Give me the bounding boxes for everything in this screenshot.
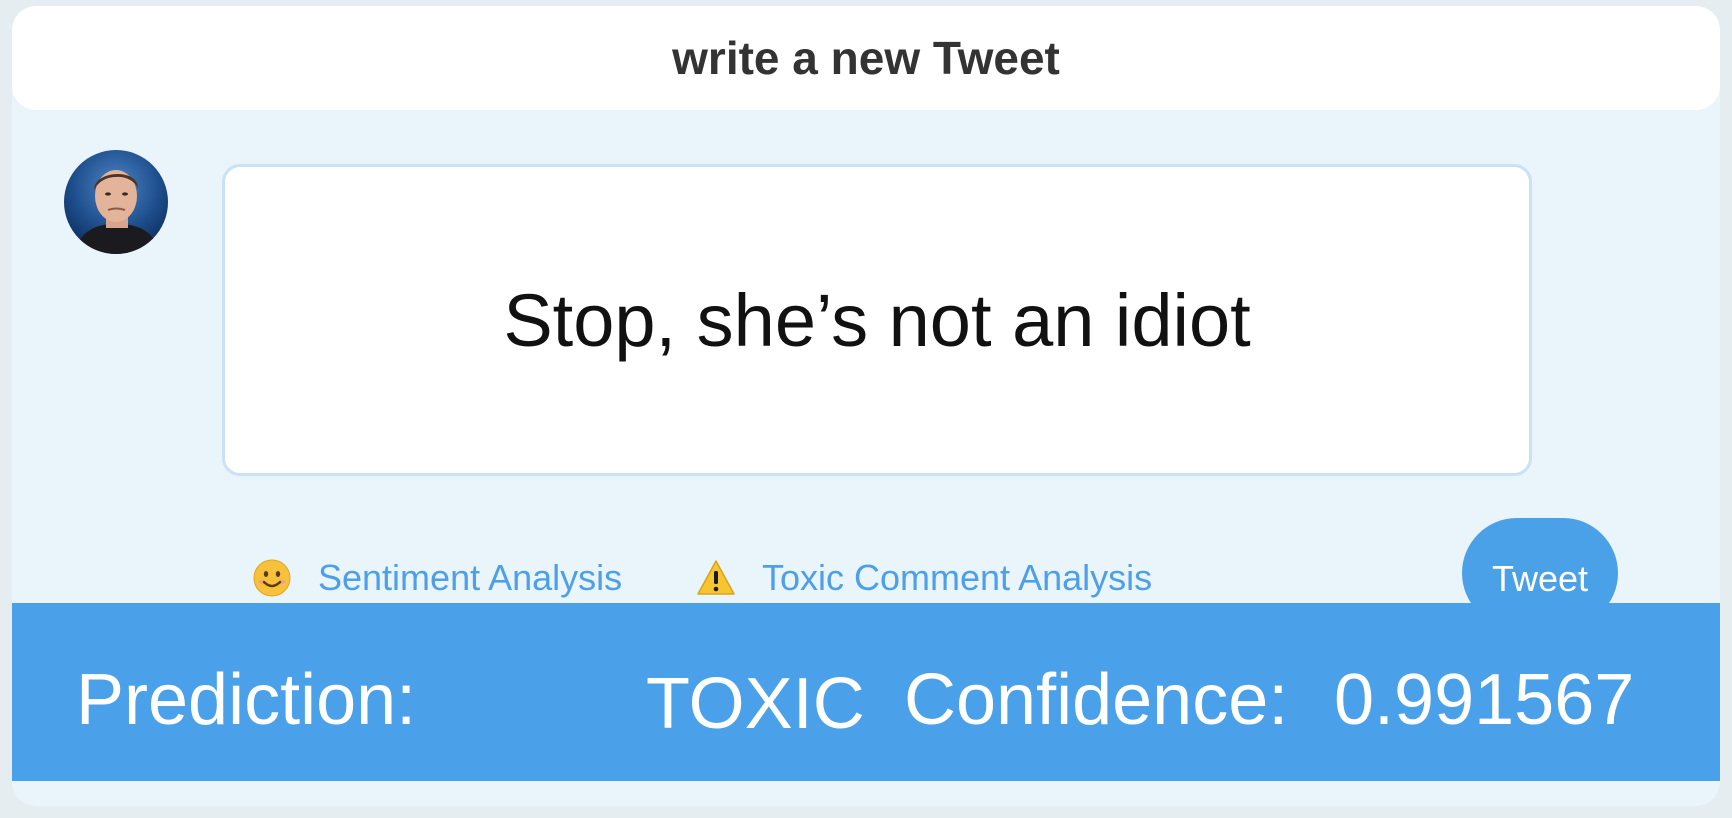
prediction-label: Prediction: (76, 660, 417, 740)
avatar (64, 150, 168, 254)
prediction-result-bar: Prediction: TOXIC Confidence: 0.991567 (12, 603, 1720, 781)
prediction-value: TOXIC (646, 664, 865, 744)
smiling-face-emoji-icon (253, 559, 291, 597)
toxic-comment-analysis-button[interactable]: Toxic Comment Analysis (696, 552, 1152, 604)
warning-sign-icon (697, 560, 735, 595)
header: write a new Tweet (12, 6, 1720, 110)
toxic-comment-analysis-label: Toxic Comment Analysis (762, 557, 1153, 598)
sentiment-analysis-button[interactable]: Sentiment Analysis (252, 552, 622, 604)
tweet-composer-card: write a new Tweet Stop, she’s not an idi… (12, 6, 1720, 806)
confidence-value: 0.991567 (1334, 660, 1635, 740)
confidence-label: Confidence: (904, 660, 1289, 740)
user-avatar-photo (64, 150, 168, 254)
sentiment-analysis-label: Sentiment Analysis (318, 557, 623, 598)
tweet-text[interactable]: Stop, she’s not an idiot (503, 278, 1250, 363)
tweet-input[interactable]: Stop, she’s not an idiot (222, 164, 1532, 476)
page-title: write a new Tweet (672, 32, 1060, 84)
